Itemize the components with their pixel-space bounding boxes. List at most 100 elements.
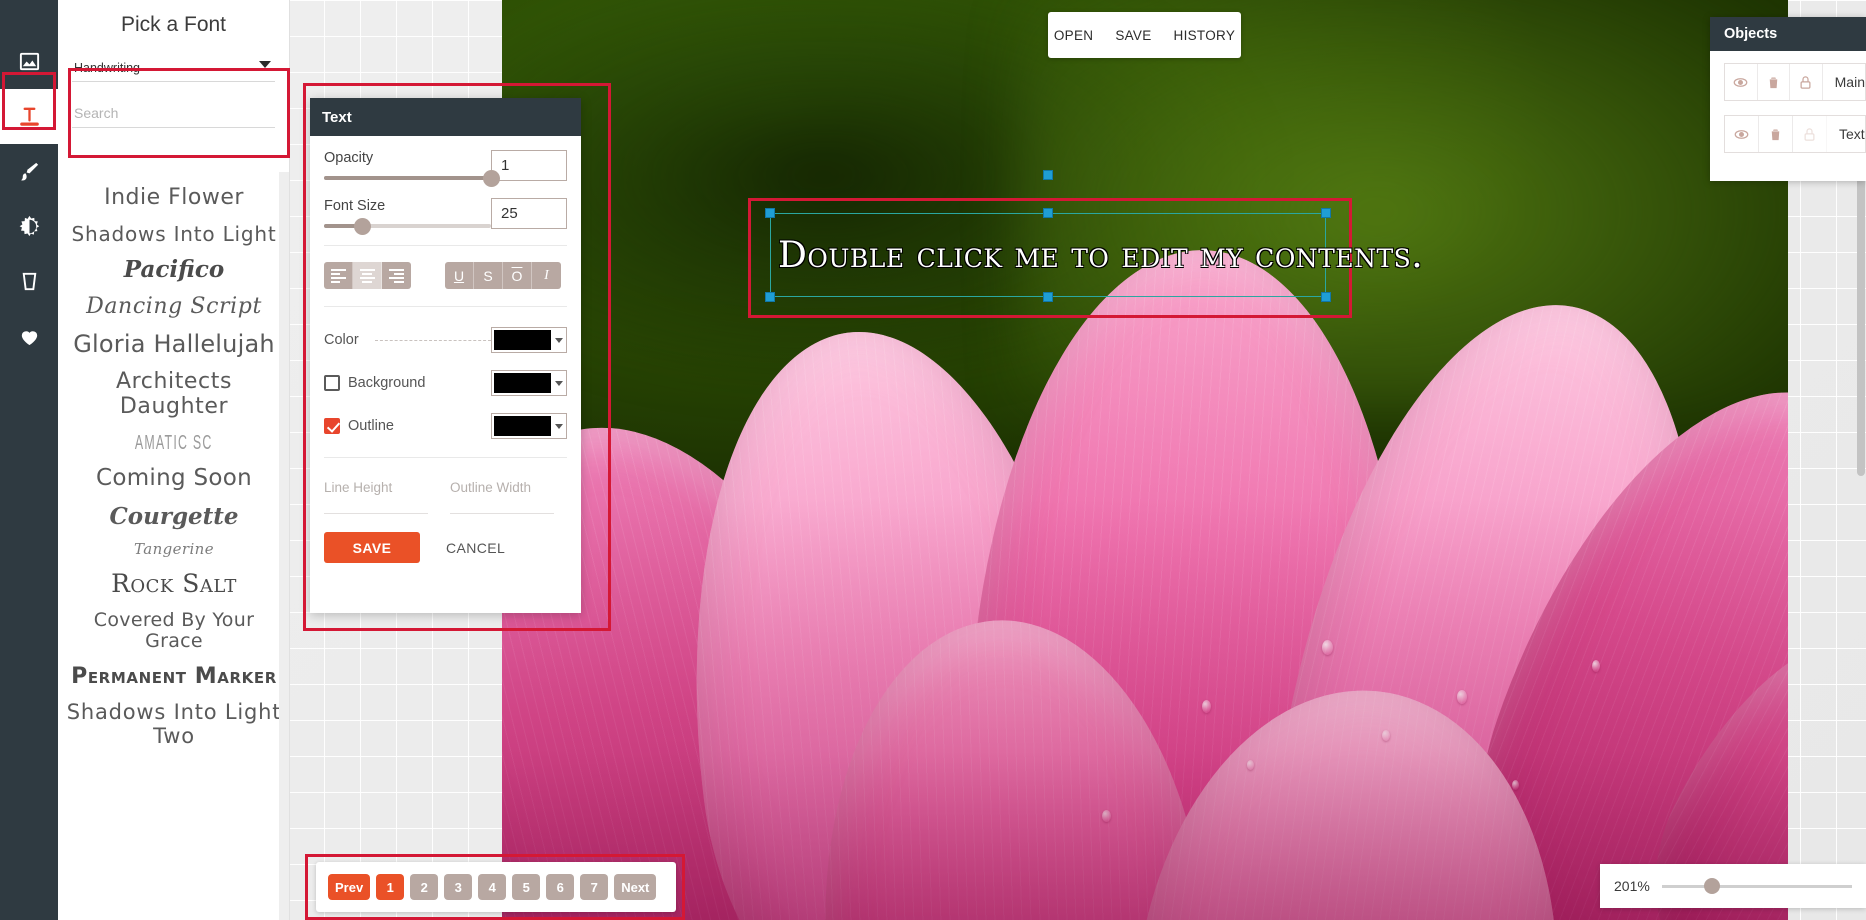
chevron-down-icon	[555, 424, 563, 429]
sidebar-item-brush[interactable]	[0, 144, 58, 199]
align-right-button[interactable]	[382, 262, 411, 289]
save-button[interactable]: SAVE	[1115, 28, 1151, 43]
lock-icon[interactable]	[1790, 64, 1823, 100]
resize-handle-top-right[interactable]	[1321, 208, 1331, 218]
resize-handle-bottom-center[interactable]	[1043, 292, 1053, 302]
object-row-main[interactable]: Main	[1724, 63, 1866, 101]
outline-width-label: Outline Width	[450, 480, 554, 495]
object-row-text[interactable]: Text	[1724, 115, 1866, 153]
font-list-item[interactable]: Courgette	[58, 498, 290, 536]
resize-handle-bottom-left[interactable]	[765, 292, 775, 302]
sidebar-item-image[interactable]	[0, 34, 58, 89]
outline-checkbox[interactable]	[324, 418, 340, 434]
background-row: Background	[324, 370, 567, 396]
unlock-icon[interactable]	[1793, 116, 1827, 152]
font-picker-panel: Pick a Font Indie Flower Shadows Into Li…	[58, 0, 290, 920]
pagination-page-3[interactable]: 3	[444, 874, 472, 900]
font-list-item[interactable]: Shadows Into Light Two	[58, 695, 290, 754]
background-color-swatch[interactable]	[491, 370, 567, 396]
outline-color-swatch[interactable]	[491, 413, 567, 439]
dotted-separator	[375, 340, 491, 341]
history-button[interactable]: HISTORY	[1174, 28, 1236, 43]
font-list-item[interactable]: Rock Salt	[58, 564, 290, 604]
open-button[interactable]: OPEN	[1054, 28, 1093, 43]
align-center-button[interactable]	[353, 262, 382, 289]
sidebar-item-text[interactable]	[0, 89, 58, 144]
text-style-buttons: U S O I	[324, 262, 567, 289]
font-list-item[interactable]: Indie Flower	[58, 180, 290, 217]
pagination-page-1[interactable]: 1	[376, 874, 404, 900]
font-list[interactable]: Indie Flower Shadows Into Light Pacifico…	[58, 172, 290, 920]
rotate-handle[interactable]	[1043, 170, 1053, 180]
font-list-item[interactable]: Shadows Into Light	[58, 217, 290, 251]
divider	[324, 457, 567, 458]
sidebar-item-crop[interactable]	[0, 254, 58, 309]
font-list-item[interactable]: Gloria Hallelujah	[58, 325, 290, 364]
line-height-field[interactable]: Line Height	[324, 480, 428, 514]
objects-panel-title: Objects	[1710, 17, 1866, 51]
water-drop	[1322, 640, 1333, 655]
pagination-page-5[interactable]: 5	[512, 874, 540, 900]
font-search-wrap	[72, 98, 275, 128]
color-swatch-fill	[494, 330, 551, 350]
extra-fields-row: Line Height Outline Width	[324, 480, 567, 514]
font-style-button-group: U S O I	[445, 262, 561, 289]
object-name: Main	[1823, 74, 1865, 90]
pagination-page-7[interactable]: 7	[580, 874, 608, 900]
zoom-bar: 201%	[1600, 864, 1866, 908]
canvas-text-object[interactable]: Double click me to edit my contents.	[778, 235, 1423, 276]
resize-handle-bottom-right[interactable]	[1321, 292, 1331, 302]
font-list-item[interactable]: Coming Soon	[58, 460, 290, 498]
font-list-item[interactable]: Tangerine	[58, 535, 290, 564]
pagination-page-6[interactable]: 6	[546, 874, 574, 900]
text-cancel-button[interactable]: CANCEL	[446, 532, 505, 563]
font-list-scrollbar[interactable]	[279, 172, 289, 920]
font-category-select[interactable]	[72, 54, 275, 82]
text-save-button[interactable]: SAVE	[324, 532, 420, 563]
alignment-button-group	[324, 262, 411, 289]
resize-handle-top-left[interactable]	[765, 208, 775, 218]
align-left-button[interactable]	[324, 262, 353, 289]
font-list-item[interactable]: Architects Daughter	[58, 364, 290, 425]
font-list-item[interactable]: Dancing Script	[58, 289, 290, 326]
overline-button[interactable]: O	[503, 262, 532, 289]
water-drop	[1102, 810, 1111, 822]
underline-button[interactable]: U	[445, 262, 474, 289]
object-name: Text	[1827, 126, 1865, 142]
divider	[324, 306, 567, 307]
chevron-down-icon	[555, 338, 563, 343]
pagination-page-2[interactable]: 2	[410, 874, 438, 900]
font-size-label: Font Size	[324, 198, 491, 214]
water-drop	[1202, 700, 1211, 713]
font-size-input[interactable]	[491, 198, 567, 229]
font-list-scroll-thumb[interactable]	[1857, 176, 1865, 476]
canvas-photo[interactable]	[502, 0, 1788, 920]
italic-button[interactable]: I	[532, 262, 561, 289]
opacity-input[interactable]	[491, 150, 567, 181]
color-swatch[interactable]	[491, 327, 567, 353]
sidebar-item-contrast[interactable]	[0, 199, 58, 254]
eye-icon[interactable]	[1725, 64, 1758, 100]
line-height-label: Line Height	[324, 480, 428, 495]
opacity-slider[interactable]	[324, 176, 491, 180]
sidebar-item-sticker[interactable]	[0, 309, 58, 364]
search-input[interactable]	[72, 98, 275, 128]
eye-icon[interactable]	[1725, 116, 1759, 152]
font-list-item[interactable]: Permanent Marker	[58, 659, 290, 696]
zoom-slider[interactable]	[1662, 885, 1852, 888]
panel-actions: SAVE CANCEL	[324, 532, 567, 579]
background-label: Background	[348, 375, 425, 391]
outline-width-field[interactable]: Outline Width	[450, 480, 554, 514]
font-list-item[interactable]: Covered By Your Grace	[58, 604, 290, 659]
resize-handle-top-center[interactable]	[1043, 208, 1053, 218]
pagination-prev[interactable]: Prev	[328, 874, 370, 900]
pagination-page-4[interactable]: 4	[478, 874, 506, 900]
background-checkbox[interactable]	[324, 375, 340, 391]
strikethrough-button[interactable]: S	[474, 262, 503, 289]
font-size-slider[interactable]	[324, 224, 491, 228]
font-list-item[interactable]: AMATIC SC	[58, 426, 290, 460]
trash-icon[interactable]	[1758, 64, 1791, 100]
pagination-next[interactable]: Next	[614, 874, 656, 900]
trash-icon[interactable]	[1759, 116, 1793, 152]
font-list-item[interactable]: Pacifico	[58, 251, 290, 289]
